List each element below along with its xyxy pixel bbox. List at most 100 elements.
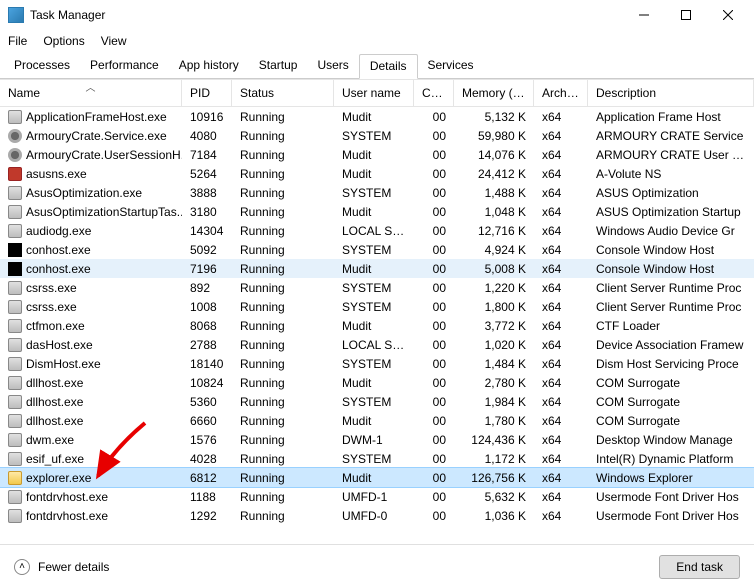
process-icon — [8, 509, 22, 523]
table-row[interactable]: dwm.exe1576RunningDWM-100124,436 Kx64Des… — [0, 430, 754, 449]
process-desc: Client Server Runtime Proc — [588, 281, 754, 295]
table-row[interactable]: ArmouryCrate.UserSessionH...7184RunningM… — [0, 145, 754, 164]
process-mem: 3,772 K — [454, 319, 534, 333]
col-user[interactable]: User name — [334, 80, 414, 106]
process-icon — [8, 319, 22, 333]
process-status: Running — [232, 376, 334, 390]
process-icon — [8, 129, 22, 143]
process-arch: x64 — [534, 490, 588, 504]
process-desc: A-Volute NS — [588, 167, 754, 181]
process-arch: x64 — [534, 509, 588, 523]
process-desc: Application Frame Host — [588, 110, 754, 124]
process-icon — [8, 414, 22, 428]
col-arch[interactable]: Archite... — [534, 80, 588, 106]
process-cpu: 00 — [414, 452, 454, 466]
table-row[interactable]: asusns.exe5264RunningMudit0024,412 Kx64A… — [0, 164, 754, 183]
col-name[interactable]: Name︿ — [0, 80, 182, 106]
table-row[interactable]: audiodg.exe14304RunningLOCAL SE...0012,7… — [0, 221, 754, 240]
menu-view[interactable]: View — [101, 34, 127, 48]
process-arch: x64 — [534, 338, 588, 352]
table-body[interactable]: ApplicationFrameHost.exe10916RunningMudi… — [0, 107, 754, 539]
table-row[interactable]: dllhost.exe10824RunningMudit002,780 Kx64… — [0, 373, 754, 392]
menu-options[interactable]: Options — [43, 34, 84, 48]
minimize-button[interactable] — [632, 3, 656, 27]
process-pid: 2788 — [182, 338, 232, 352]
table-row[interactable]: AsusOptimizationStartupTas...3180Running… — [0, 202, 754, 221]
table-row[interactable]: conhost.exe5092RunningSYSTEM004,924 Kx64… — [0, 240, 754, 259]
table-row[interactable]: csrss.exe1008RunningSYSTEM001,800 Kx64Cl… — [0, 297, 754, 316]
process-icon — [8, 338, 22, 352]
process-cpu: 00 — [414, 167, 454, 181]
process-user: UMFD-1 — [334, 490, 414, 504]
fewer-details-label: Fewer details — [38, 560, 109, 574]
process-pid: 5360 — [182, 395, 232, 409]
process-pid: 1008 — [182, 300, 232, 314]
table-row[interactable]: conhost.exe7196RunningMudit005,008 Kx64C… — [0, 259, 754, 278]
col-status[interactable]: Status — [232, 80, 334, 106]
process-desc: Console Window Host — [588, 262, 754, 276]
table-row[interactable]: csrss.exe892RunningSYSTEM001,220 Kx64Cli… — [0, 278, 754, 297]
tab-details[interactable]: Details — [359, 54, 418, 79]
table-row[interactable]: explorer.exe6812RunningMudit00126,756 Kx… — [0, 468, 754, 487]
process-status: Running — [232, 110, 334, 124]
table-row[interactable]: DismHost.exe18140RunningSYSTEM001,484 Kx… — [0, 354, 754, 373]
process-pid: 4028 — [182, 452, 232, 466]
fewer-details-button[interactable]: ˄ Fewer details — [14, 559, 109, 575]
table-header: Name︿ PID Status User name CPU Memory (a… — [0, 80, 754, 107]
process-status: Running — [232, 129, 334, 143]
process-status: Running — [232, 224, 334, 238]
process-user: Mudit — [334, 319, 414, 333]
process-mem: 2,780 K — [454, 376, 534, 390]
process-pid: 8068 — [182, 319, 232, 333]
process-desc: Desktop Window Manage — [588, 433, 754, 447]
process-mem: 126,756 K — [454, 471, 534, 485]
table-row[interactable]: fontdrvhost.exe1188RunningUMFD-1005,632 … — [0, 487, 754, 506]
process-arch: x64 — [534, 471, 588, 485]
process-mem: 4,924 K — [454, 243, 534, 257]
process-cpu: 00 — [414, 338, 454, 352]
process-mem: 1,484 K — [454, 357, 534, 371]
table-row[interactable]: AsusOptimization.exe3888RunningSYSTEM001… — [0, 183, 754, 202]
table-row[interactable]: fontdrvhost.exe1292RunningUMFD-0001,036 … — [0, 506, 754, 525]
tab-app-history[interactable]: App history — [169, 54, 249, 78]
process-mem: 1,780 K — [454, 414, 534, 428]
maximize-button[interactable] — [674, 3, 698, 27]
tab-performance[interactable]: Performance — [80, 54, 169, 78]
table-row[interactable]: dllhost.exe6660RunningMudit001,780 Kx64C… — [0, 411, 754, 430]
tab-users[interactable]: Users — [307, 54, 358, 78]
col-cpu[interactable]: CPU — [414, 80, 454, 106]
tab-startup[interactable]: Startup — [249, 54, 308, 78]
end-task-button[interactable]: End task — [659, 555, 740, 579]
process-desc: ASUS Optimization Startup — [588, 205, 754, 219]
footer: ˄ Fewer details End task — [0, 544, 754, 588]
process-desc: Usermode Font Driver Hos — [588, 490, 754, 504]
menu-file[interactable]: File — [8, 34, 27, 48]
process-name: asusns.exe — [26, 167, 87, 181]
col-desc[interactable]: Description — [588, 80, 754, 106]
col-pid[interactable]: PID — [182, 80, 232, 106]
col-mem[interactable]: Memory (a... — [454, 80, 534, 106]
process-mem: 1,800 K — [454, 300, 534, 314]
process-table: Name︿ PID Status User name CPU Memory (a… — [0, 79, 754, 544]
process-desc: Windows Audio Device Gr — [588, 224, 754, 238]
table-row[interactable]: ArmouryCrate.Service.exe4080RunningSYSTE… — [0, 126, 754, 145]
table-row[interactable]: dasHost.exe2788RunningLOCAL SE...001,020… — [0, 335, 754, 354]
process-name: AsusOptimizationStartupTas... — [26, 205, 182, 219]
table-row[interactable]: ctfmon.exe8068RunningMudit003,772 Kx64CT… — [0, 316, 754, 335]
process-desc: Windows Explorer — [588, 471, 754, 485]
table-row[interactable]: dllhost.exe5360RunningSYSTEM001,984 Kx64… — [0, 392, 754, 411]
process-pid: 892 — [182, 281, 232, 295]
process-pid: 1188 — [182, 490, 232, 504]
process-user: Mudit — [334, 414, 414, 428]
process-name: dllhost.exe — [26, 376, 83, 390]
process-status: Running — [232, 452, 334, 466]
close-button[interactable] — [716, 3, 740, 27]
process-arch: x64 — [534, 395, 588, 409]
table-row[interactable]: esif_uf.exe4028RunningSYSTEM001,172 Kx64… — [0, 449, 754, 468]
process-status: Running — [232, 414, 334, 428]
tab-processes[interactable]: Processes — [4, 54, 80, 78]
process-status: Running — [232, 167, 334, 181]
process-user: SYSTEM — [334, 452, 414, 466]
table-row[interactable]: ApplicationFrameHost.exe10916RunningMudi… — [0, 107, 754, 126]
tab-services[interactable]: Services — [418, 54, 484, 78]
